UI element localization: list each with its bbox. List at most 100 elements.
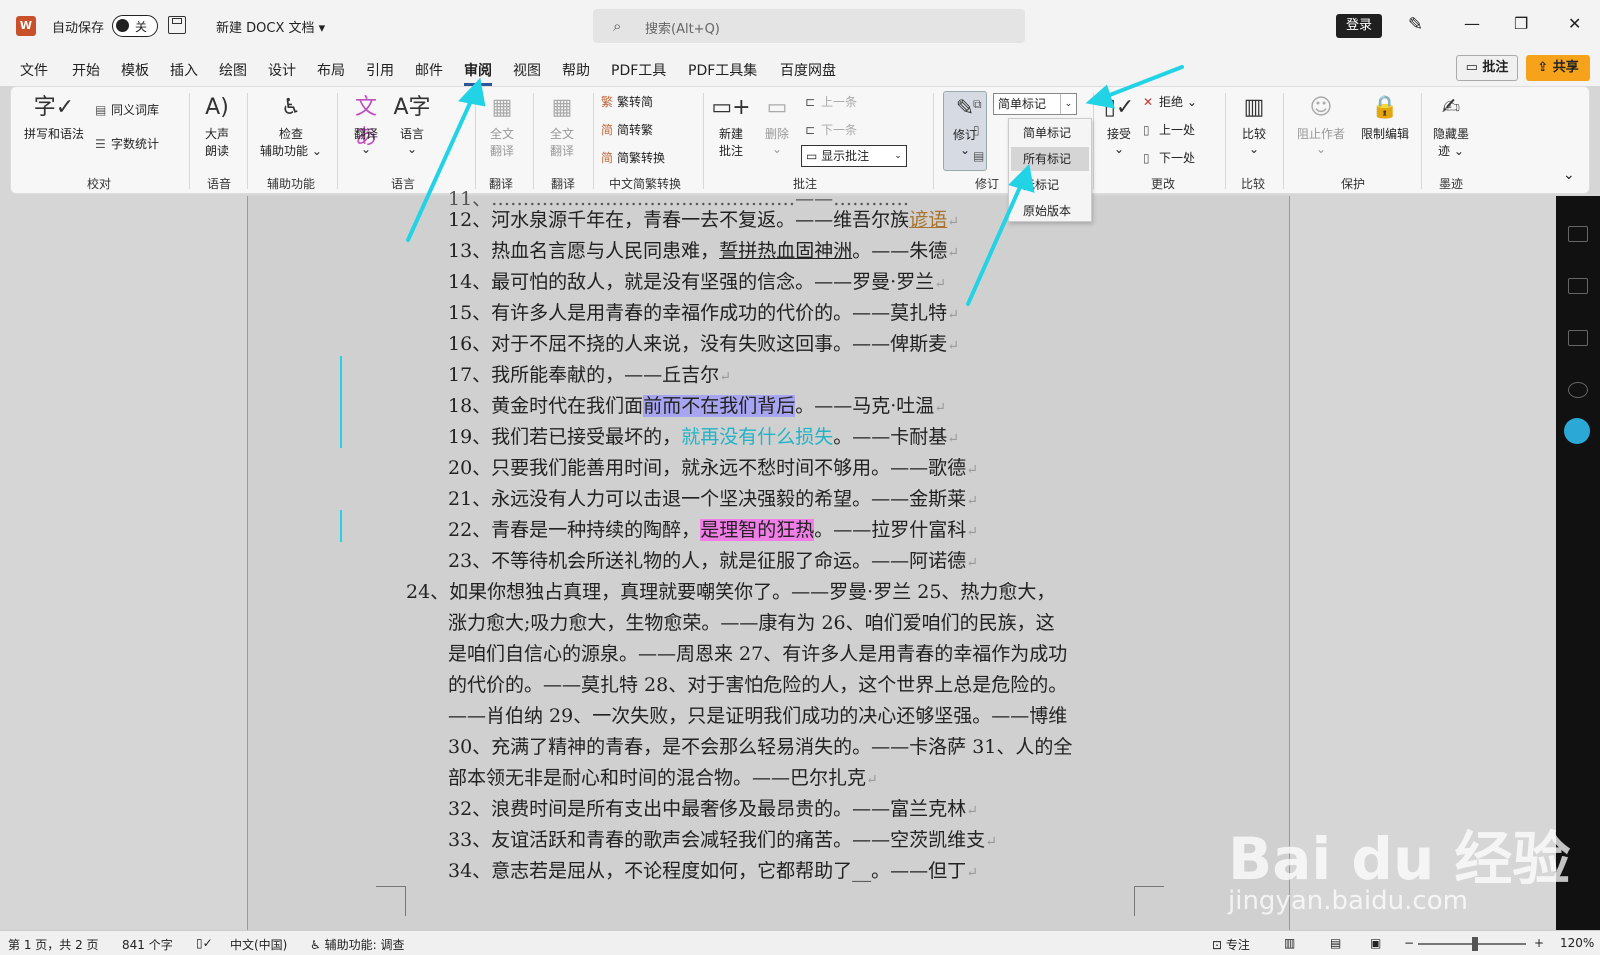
title-bar: W 自动保存 关 新建 DOCX 文档 ▾ ⌕ 搜索(Alt+Q) 登录 ✎ —…: [0, 0, 1600, 52]
tab-templates[interactable]: 模板: [121, 60, 149, 80]
zoom-slider-knob[interactable]: [1472, 937, 1478, 951]
chevron-down-icon[interactable]: ⌄: [1060, 94, 1076, 114]
word-app-icon: W: [16, 16, 36, 36]
tab-mailings[interactable]: 邮件: [415, 60, 443, 80]
tab-file[interactable]: 文件: [20, 60, 48, 80]
tab-design[interactable]: 设计: [268, 60, 296, 80]
restore-button[interactable]: ❐: [1514, 14, 1528, 33]
menu-bar: 文件 开始 模板 插入 绘图 设计 布局 引用 邮件 审阅 视图 帮助 PDF工…: [0, 52, 1600, 86]
prev-change-button[interactable]: ▯ 上一处: [1143, 121, 1195, 138]
menu-item-simple-markup[interactable]: 简单标记: [1011, 121, 1089, 145]
show-markup-icon[interactable]: ▯: [973, 123, 989, 137]
full-translate-icon: ▦: [491, 95, 513, 120]
share-button[interactable]: ⇪ 共享: [1526, 55, 1590, 81]
panel-tool-icon[interactable]: [1568, 330, 1588, 346]
menu-item-all-markup[interactable]: 所有标记: [1011, 147, 1089, 171]
read-aloud-button[interactable]: A) 大声 朗读: [195, 93, 239, 159]
tab-layout[interactable]: 布局: [317, 60, 345, 80]
separator: [533, 93, 534, 189]
menu-item-original[interactable]: 原始版本: [1011, 199, 1089, 223]
trad-to-simp-button[interactable]: 繁繁转简: [601, 93, 653, 110]
document-page[interactable]: 11、…………………………………………——………… 12、河水泉源千年在，青春一…: [247, 188, 1290, 930]
language-button[interactable]: A字 语言 ⌄: [391, 93, 433, 156]
check-accessibility-button[interactable]: ♿ 检查 辅助功能 ⌄: [255, 93, 327, 159]
search-box[interactable]: ⌕ 搜索(Alt+Q): [593, 9, 1025, 43]
full-translate-label-1: 全文: [489, 127, 514, 141]
accessibility-indicator[interactable]: ♿ 辅助功能: 调查: [310, 936, 404, 953]
print-layout-icon[interactable]: ▤: [1330, 936, 1341, 950]
tab-pdf-toolset[interactable]: PDF工具集: [688, 60, 757, 80]
panel-chat-icon[interactable]: [1568, 382, 1588, 398]
thesaurus-button[interactable]: ▤ 同义词库: [95, 101, 159, 118]
reject-button[interactable]: ✕ 拒绝 ⌄: [1143, 93, 1197, 110]
hide-ink-button[interactable]: ✍ 隐藏墨 迹 ⌄: [1427, 93, 1475, 159]
full-translate-button[interactable]: ▦ 全文 翻译: [481, 93, 523, 159]
tab-references[interactable]: 引用: [366, 60, 394, 80]
markup-dropdown-menu: 简单标记 所有标记 无标记 原始版本: [1008, 118, 1092, 222]
simp-trad-convert-button[interactable]: 简简繁转换: [601, 149, 665, 166]
tab-home[interactable]: 开始: [72, 60, 100, 80]
tab-view[interactable]: 视图: [513, 60, 541, 80]
simp-to-trad-button[interactable]: 简简转繁: [601, 121, 653, 138]
next-comment-button[interactable]: ⊏ 下一条: [805, 121, 857, 138]
prev-comment-button[interactable]: ⊏ 上一条: [805, 93, 857, 110]
tab-baidu-netdisk[interactable]: 百度网盘: [780, 60, 836, 80]
save-icon[interactable]: [168, 16, 186, 34]
compare-button[interactable]: ▥ 比较 ⌄: [1233, 93, 1275, 156]
tab-draw[interactable]: 绘图: [219, 60, 247, 80]
minimize-button[interactable]: —: [1464, 14, 1480, 33]
spelling-grammar-button[interactable]: 字✓ 拼写和语法: [21, 93, 87, 142]
language-indicator[interactable]: 中文(中国): [230, 936, 287, 953]
block-authors-button[interactable]: ☺ 阻止作者 ⌄: [1291, 93, 1351, 156]
word-count-button[interactable]: ☰ 字数统计: [95, 135, 159, 152]
tab-help[interactable]: 帮助: [562, 60, 590, 80]
delete-comment-button[interactable]: ▭ 删除 ⌄: [757, 93, 797, 156]
new-comment-label-1: 新建: [718, 127, 743, 141]
simp-trad-icon: 简: [601, 123, 614, 137]
full-translate-label-2: 翻译: [489, 144, 514, 158]
group-label-speech: 语音: [207, 177, 232, 191]
pen-icon[interactable]: ✎: [1408, 14, 1423, 35]
assistant-icon[interactable]: [1564, 418, 1590, 444]
read-mode-icon[interactable]: ▥: [1284, 936, 1295, 950]
menu-item-no-markup[interactable]: 无标记: [1011, 173, 1089, 197]
translate-button[interactable]: 文あ 翻译 ⌄: [345, 93, 387, 156]
zoom-in-button[interactable]: +: [1534, 936, 1544, 950]
full-translate-button-2[interactable]: ▦ 全文 翻译: [541, 93, 583, 159]
panel-tool-icon[interactable]: [1568, 226, 1588, 242]
new-comment-icon: ▭+: [711, 95, 751, 120]
separator: [247, 93, 248, 189]
paragraph-line: ——肖伯纳 29、一次失败，只是证明我们成功的决心还够坚强。——博维: [448, 705, 1068, 727]
change-bar: [340, 510, 342, 542]
markup-select[interactable]: 简单标记 ⌄: [993, 93, 1077, 115]
login-button[interactable]: 登录: [1336, 14, 1382, 38]
reviewing-pane-icon[interactable]: ▤: [973, 149, 989, 163]
autosave-toggle[interactable]: 关: [112, 15, 158, 37]
restrict-editing-button[interactable]: 🔒 限制编辑: [1355, 93, 1415, 142]
tab-insert[interactable]: 插入: [170, 60, 198, 80]
show-comments-button[interactable]: ▭ 显示批注 ⌄: [801, 145, 907, 167]
tab-review[interactable]: 审阅: [464, 60, 492, 86]
read-aloud-icon: A): [205, 95, 229, 120]
document-name[interactable]: 新建 DOCX 文档 ▾: [216, 17, 325, 36]
focus-mode-button[interactable]: ⊡ 专注: [1212, 936, 1250, 953]
close-button[interactable]: ✕: [1568, 14, 1581, 33]
new-comment-button[interactable]: ▭+ 新建 批注: [711, 93, 751, 159]
word-count-indicator[interactable]: 841 个字: [122, 936, 173, 953]
collapse-ribbon-icon[interactable]: ⌄: [1563, 167, 1575, 183]
convert-icon: 简: [601, 151, 614, 165]
tab-pdf-tools[interactable]: PDF工具: [611, 60, 666, 80]
compare-label: 比较: [1241, 127, 1266, 141]
accept-button[interactable]: ▯✓ 接受 ⌄: [1099, 93, 1139, 156]
panel-tool-icon[interactable]: [1568, 278, 1588, 294]
page-indicator[interactable]: 第 1 页，共 2 页: [8, 936, 99, 953]
spelling-icon: 字✓: [33, 95, 75, 120]
comments-button[interactable]: ▭ 批注: [1456, 55, 1518, 81]
proofing-icon[interactable]: ▯✓: [196, 936, 213, 950]
zoom-out-button[interactable]: −: [1404, 936, 1414, 950]
accessibility-icon: ♿: [281, 95, 301, 120]
zoom-level[interactable]: 120%: [1560, 936, 1594, 950]
web-layout-icon[interactable]: ▣: [1370, 936, 1381, 950]
autosave-label: 自动保存: [52, 21, 105, 36]
next-change-button[interactable]: ▯ 下一处: [1143, 149, 1195, 166]
